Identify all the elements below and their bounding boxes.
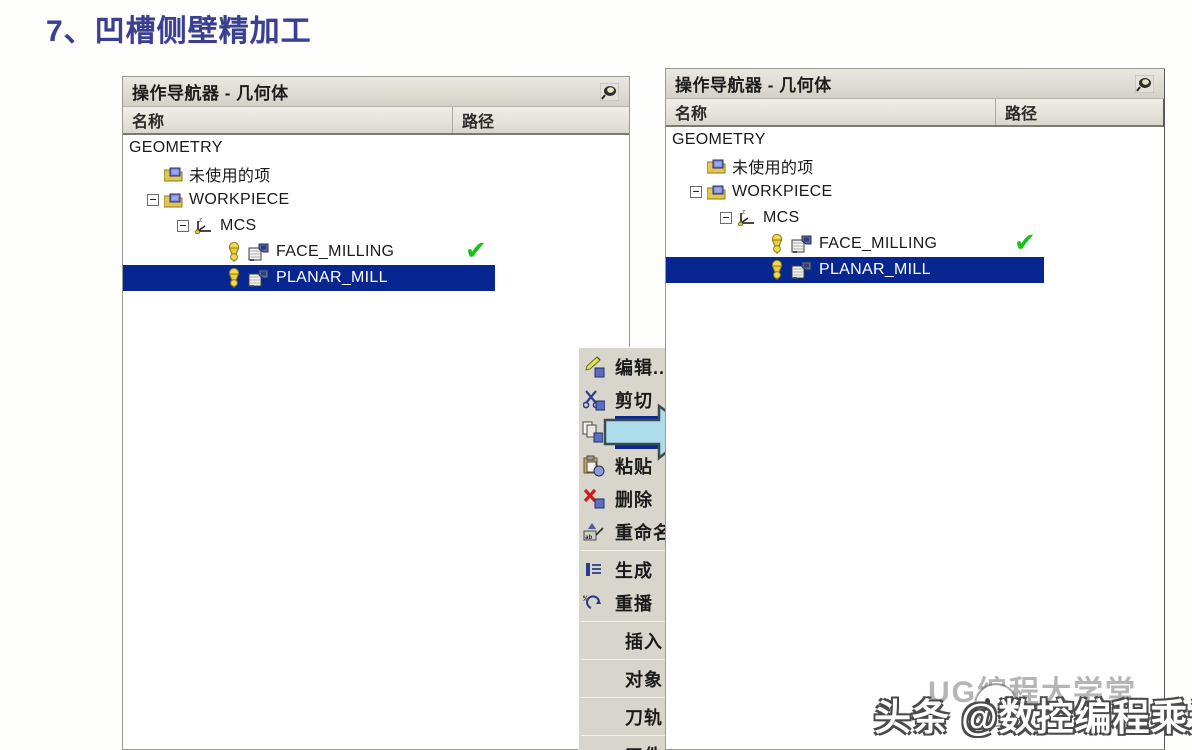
replay-icon: % — [583, 592, 609, 614]
tree-item-label: FACE_MILLING — [276, 243, 395, 260]
tree-area-left: GEOMETRY 未使用的项 WORKPIECE Z MCS FACE_MILLING ✔ P… — [123, 135, 629, 749]
menu-item-label: 生成 — [615, 560, 653, 581]
folder-icon — [163, 193, 183, 208]
tree-item-label: PLANAR_MILL — [276, 269, 388, 286]
tree-column-header: 名称 路径 — [666, 99, 1164, 127]
edit-icon — [583, 355, 609, 378]
tree-area-right: GEOMETRY 未使用的项 WORKPIECE Z MCS FACE_MILLING ✔ P… — [666, 127, 1164, 749]
tool-cone-icon — [769, 233, 785, 255]
operation-navigator-panel-right: 操作导航器 - 几何体 名称 路径 GEOMETRY 未使用的项 WORKPIECE… — [665, 68, 1165, 750]
tree-item-label: FACE_MILLING — [819, 235, 938, 252]
tree-item-mcs[interactable]: Z MCS — [666, 205, 1164, 231]
pin-icon[interactable] — [1134, 74, 1155, 94]
menu-item-label: 工件 — [625, 742, 663, 750]
svg-text:Z: Z — [742, 210, 745, 216]
tree-item-geometry[interactable]: GEOMETRY — [123, 135, 629, 161]
tree-list: GEOMETRY 未使用的项 WORKPIECE Z MCS FACE_MILLING ✔ P… — [123, 135, 629, 291]
op-icon — [791, 261, 813, 280]
tree-item-label: MCS — [220, 217, 257, 234]
column-path[interactable]: 路径 — [453, 107, 629, 133]
expander-toggle-icon[interactable] — [720, 212, 732, 224]
tree-column-header: 名称 路径 — [123, 107, 629, 135]
menu-item-label: 对象 — [625, 669, 663, 690]
tool-cone-icon — [226, 267, 242, 289]
op-icon — [791, 235, 813, 254]
folder-icon — [706, 159, 726, 174]
menu-item-label: 刀轨 — [625, 707, 663, 728]
tree-item-workpiece[interactable]: WORKPIECE — [123, 187, 629, 213]
menu-item-label: 编辑... — [615, 357, 672, 378]
generated-check-icon: ✔ — [1014, 227, 1036, 257]
menu-item-label: 重命名 — [615, 522, 672, 543]
tree-item-geometry[interactable]: GEOMETRY — [666, 127, 1164, 153]
op-icon — [248, 243, 270, 262]
op-icon — [248, 269, 270, 288]
pin-icon[interactable] — [599, 82, 620, 102]
menu-item-label: 删除 — [615, 489, 653, 510]
column-path[interactable]: 路径 — [996, 99, 1164, 125]
tree-item-label: PLANAR_MILL — [819, 261, 931, 278]
tree-list: GEOMETRY 未使用的项 WORKPIECE Z MCS FACE_MILLING ✔ P… — [666, 127, 1164, 283]
tree-item-face-milling[interactable]: FACE_MILLING ✔ — [123, 235, 629, 265]
mcs-icon: Z — [194, 218, 214, 235]
panel-titlebar: 操作导航器 - 几何体 — [123, 77, 629, 107]
tree-item-label: GEOMETRY — [672, 131, 766, 148]
menu-item-label: 重播 — [615, 593, 653, 614]
tree-item-planar-mill[interactable]: PLANAR_MILL — [123, 265, 495, 291]
generated-check-icon: ✔ — [465, 235, 487, 265]
panel-titlebar: 操作导航器 - 几何体 — [666, 69, 1164, 99]
tree-item-planar-mill[interactable]: PLANAR_MILL — [666, 257, 1044, 283]
folder-icon — [163, 167, 183, 182]
tree-item-workpiece[interactable]: WORKPIECE — [666, 179, 1164, 205]
panel-title: 操作导航器 - 几何体 — [132, 84, 289, 103]
operation-navigator-panel-left: 操作导航器 - 几何体 名称 路径 GEOMETRY 未使用的项 WORKPIECE… — [122, 76, 722, 750]
folder-icon — [706, 185, 726, 200]
expander-toggle-icon[interactable] — [177, 220, 189, 232]
expander-toggle-icon[interactable] — [690, 186, 702, 198]
tree-item-label: MCS — [763, 209, 800, 226]
tree-item-label: WORKPIECE — [732, 183, 833, 200]
expander-toggle-icon[interactable] — [147, 194, 159, 206]
menu-item-label: 插入 — [625, 631, 663, 652]
mcs-icon: Z — [737, 210, 757, 227]
slide-root: 7、凹槽侧壁精加工 操作导航器 - 几何体 名称 路径 GEOMETRY 未使用的… — [0, 0, 1192, 750]
tool-cone-icon — [769, 259, 785, 281]
tree-item-label: 未使用的项 — [732, 160, 814, 177]
tree-item-label: WORKPIECE — [189, 191, 290, 208]
tree-item-label: 未使用的项 — [189, 168, 271, 185]
panel-title: 操作导航器 - 几何体 — [675, 76, 832, 95]
svg-text:ab: ab — [585, 534, 593, 541]
tree-item-[interactable]: 未使用的项 — [666, 153, 1164, 179]
column-name[interactable]: 名称 — [123, 107, 453, 133]
tree-item-label: GEOMETRY — [129, 139, 223, 156]
tree-item-face-milling[interactable]: FACE_MILLING ✔ — [666, 227, 1164, 257]
column-name[interactable]: 名称 — [666, 99, 996, 125]
delete-icon — [583, 488, 609, 510]
generate-icon — [583, 559, 609, 581]
tree-item-[interactable]: 未使用的项 — [123, 161, 629, 187]
tool-cone-icon — [226, 241, 242, 263]
tree-item-mcs[interactable]: Z MCS — [123, 213, 629, 239]
svg-text:Z: Z — [199, 218, 202, 224]
rename-icon: ab — [583, 521, 609, 543]
page-title: 7、凹槽侧壁精加工 — [46, 15, 312, 48]
